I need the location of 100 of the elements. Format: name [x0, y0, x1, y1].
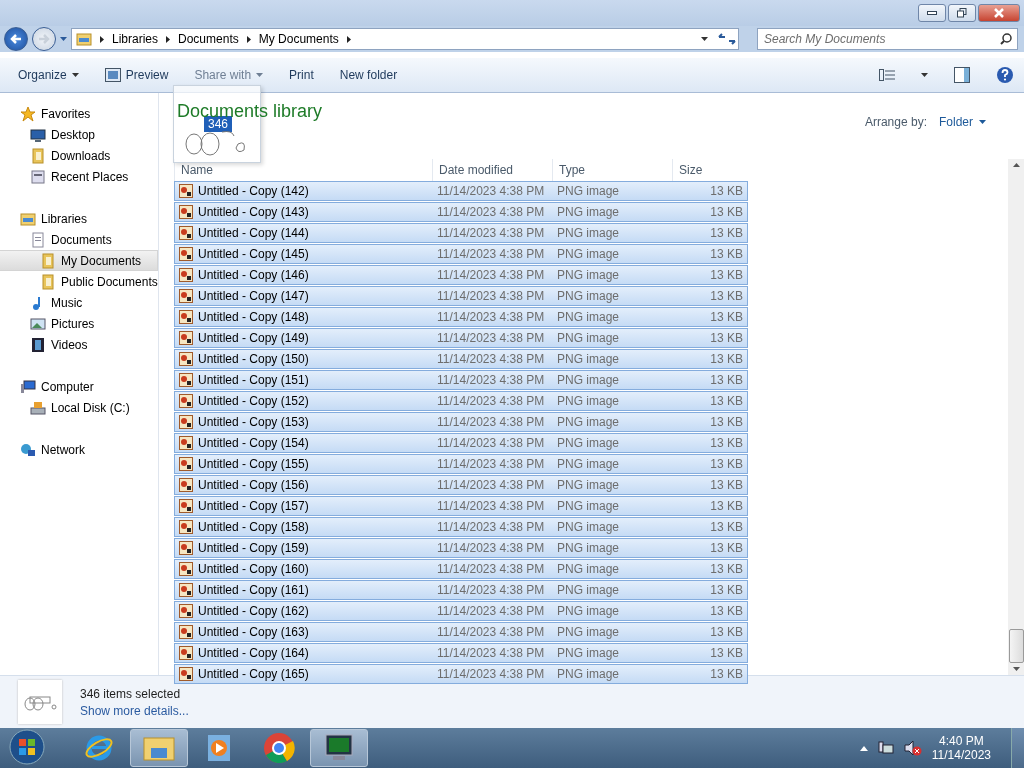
sidebar-item[interactable]: Documents: [0, 229, 158, 250]
file-row[interactable]: Untitled - Copy (146) 11/14/2023 4:38 PM PNG image 13 KB: [174, 265, 748, 285]
file-name: Untitled - Copy (165): [198, 667, 309, 681]
file-row[interactable]: Untitled - Copy (147) 11/14/2023 4:38 PM PNG image 13 KB: [174, 286, 748, 306]
file-row[interactable]: Untitled - Copy (158) 11/14/2023 4:38 PM PNG image 13 KB: [174, 517, 748, 537]
file-row[interactable]: Untitled - Copy (149) 11/14/2023 4:38 PM PNG image 13 KB: [174, 328, 748, 348]
sidebar-item[interactable]: Local Disk (C:): [0, 397, 158, 418]
date-cell-text: 11/14/2023 4:38 PM: [436, 456, 546, 473]
date-cell-text: 11/14/2023 4:38 PM: [436, 477, 546, 494]
file-row[interactable]: Untitled - Copy (152) 11/14/2023 4:38 PM PNG image 13 KB: [174, 391, 748, 411]
type-cell-text: PNG image: [556, 477, 621, 494]
clock[interactable]: 4:40 PM 11/14/2023: [931, 734, 991, 762]
file-row[interactable]: Untitled - Copy (151) 11/14/2023 4:38 PM PNG image 13 KB: [174, 370, 748, 390]
toolbar-button[interactable]: Preview: [104, 68, 169, 82]
image-file-icon: [179, 436, 193, 450]
details-link[interactable]: Show more details...: [80, 703, 189, 718]
restore-button[interactable]: [948, 4, 976, 22]
type-cell-text: PNG image: [556, 435, 621, 452]
file-row[interactable]: Untitled - Copy (156) 11/14/2023 4:38 PM PNG image 13 KB: [174, 475, 748, 495]
minimize-button[interactable]: [918, 4, 946, 22]
minimize-icon: [927, 11, 937, 15]
file-name: Untitled - Copy (154): [198, 436, 309, 450]
file-name: Untitled - Copy (160): [198, 562, 309, 576]
media-player-icon: [206, 733, 232, 763]
recent-places-icon: [30, 168, 46, 185]
breadcrumb-item[interactable]: Libraries: [112, 32, 159, 46]
sidebar-item[interactable]: Downloads: [0, 145, 158, 166]
search-icon: [1000, 33, 1012, 45]
sidebar-item[interactable]: Pictures: [0, 313, 158, 334]
item-count-badge: 346: [204, 116, 233, 132]
sidebar-item[interactable]: Desktop: [0, 124, 158, 145]
type-cell-text: PNG image: [556, 519, 621, 536]
sidebar-heading[interactable]: Libraries: [0, 208, 158, 229]
date-cell-text: 11/14/2023 4:38 PM: [436, 309, 546, 326]
file-name: Untitled - Copy (151): [198, 373, 309, 387]
size-cell-text: 13 KB: [709, 540, 744, 557]
file-row[interactable]: Untitled - Copy (164) 11/14/2023 4:38 PM PNG image 13 KB: [174, 643, 748, 663]
sidebar-heading[interactable]: Computer: [0, 376, 158, 397]
size-cell-text: 13 KB: [709, 225, 744, 242]
address-bar[interactable]: Libraries Documents My Documents: [71, 28, 739, 50]
file-row[interactable]: Untitled - Copy (155) 11/14/2023 4:38 PM PNG image 13 KB: [174, 454, 748, 474]
close-button[interactable]: [978, 4, 1020, 22]
date-cell-text: 11/14/2023 4:38 PM: [436, 666, 546, 683]
file-row[interactable]: Untitled - Copy (161) 11/14/2023 4:38 PM PNG image 13 KB: [174, 580, 748, 600]
file-row[interactable]: Untitled - Copy (142) 11/14/2023 4:38 PM PNG image 13 KB: [174, 181, 748, 201]
muted-speaker-icon[interactable]: [903, 740, 922, 756]
file-row[interactable]: Untitled - Copy (163) 11/14/2023 4:38 PM PNG image 13 KB: [174, 622, 748, 642]
tray-expand-icon[interactable]: [859, 745, 868, 751]
scroll-thumb[interactable]: [1008, 629, 1024, 663]
file-row[interactable]: Untitled - Copy (165) 11/14/2023 4:38 PM PNG image 13 KB: [174, 664, 748, 684]
back-button[interactable]: [4, 27, 28, 51]
size-cell-text: 13 KB: [709, 330, 744, 347]
sidebar-item[interactable]: Videos: [0, 334, 158, 355]
size-cell-text: 13 KB: [709, 624, 744, 641]
chevron-icon: [346, 35, 351, 43]
search-field[interactable]: Search My Documents: [757, 28, 1018, 50]
image-file-icon: [179, 352, 193, 366]
forward-button[interactable]: [32, 27, 56, 51]
file-row[interactable]: Untitled - Copy (153) 11/14/2023 4:38 PM PNG image 13 KB: [174, 412, 748, 432]
file-name: Untitled - Copy (142): [198, 184, 309, 198]
taskbar-app[interactable]: [310, 729, 368, 767]
view-list-icon[interactable]: [879, 69, 895, 81]
sidebar-item[interactable]: My Documents: [0, 250, 158, 271]
sidebar-item[interactable]: Recent Places: [0, 166, 158, 187]
date-cell-text: 11/14/2023 4:38 PM: [436, 204, 546, 221]
file-row[interactable]: Untitled - Copy (157) 11/14/2023 4:38 PM PNG image 13 KB: [174, 496, 748, 516]
sidebar-heading[interactable]: Network: [0, 439, 158, 460]
image-file-icon: [179, 646, 193, 660]
pictures-icon: [30, 315, 46, 332]
file-row[interactable]: Untitled - Copy (145) 11/14/2023 4:38 PM PNG image 13 KB: [174, 244, 748, 264]
type-cell-text: PNG image: [556, 666, 621, 683]
sidebar-item[interactable]: Public Documents: [0, 271, 158, 292]
file-row[interactable]: Untitled - Copy (143) 11/14/2023 4:38 PM PNG image 13 KB: [174, 202, 748, 222]
breadcrumb-item[interactable]: Documents: [178, 32, 239, 46]
file-row[interactable]: Untitled - Copy (160) 11/14/2023 4:38 PM PNG image 13 KB: [174, 559, 748, 579]
size-cell-text: 13 KB: [709, 351, 744, 368]
file-name: Untitled - Copy (143): [198, 205, 309, 219]
sidebar-item[interactable]: Music: [0, 292, 158, 313]
network-icon[interactable]: [877, 740, 894, 756]
file-row[interactable]: Untitled - Copy (150) 11/14/2023 4:38 PM PNG image 13 KB: [174, 349, 748, 369]
toolbar-button[interactable]: Print: [289, 68, 314, 82]
scrollbar[interactable]: [1008, 159, 1024, 675]
file-row[interactable]: Untitled - Copy (148) 11/14/2023 4:38 PM PNG image 13 KB: [174, 307, 748, 327]
file-row[interactable]: Untitled - Copy (162) 11/14/2023 4:38 PM PNG image 13 KB: [174, 601, 748, 621]
help-icon[interactable]: [996, 66, 1014, 84]
start-button[interactable]: [6, 729, 48, 767]
toolbar-button[interactable]: New folder: [339, 68, 398, 82]
file-name: Untitled - Copy (149): [198, 331, 309, 345]
toolbar-button[interactable]: Organize: [18, 68, 79, 82]
type-cell-text: PNG image: [556, 267, 621, 284]
scroll-down-icon[interactable]: [1012, 667, 1020, 671]
scroll-up-icon[interactable]: [1012, 163, 1020, 167]
sidebar-heading[interactable]: Favorites: [0, 103, 158, 124]
arrange-dropdown[interactable]: Folder: [939, 115, 986, 129]
breadcrumb-item[interactable]: My Documents: [258, 32, 339, 46]
preview-pane-icon[interactable]: [954, 67, 970, 83]
file-row[interactable]: Untitled - Copy (159) 11/14/2023 4:38 PM PNG image 13 KB: [174, 538, 748, 558]
size-cell-text: 13 KB: [709, 519, 744, 536]
file-row[interactable]: Untitled - Copy (154) 11/14/2023 4:38 PM PNG image 13 KB: [174, 433, 748, 453]
file-row[interactable]: Untitled - Copy (144) 11/14/2023 4:38 PM PNG image 13 KB: [174, 223, 748, 243]
